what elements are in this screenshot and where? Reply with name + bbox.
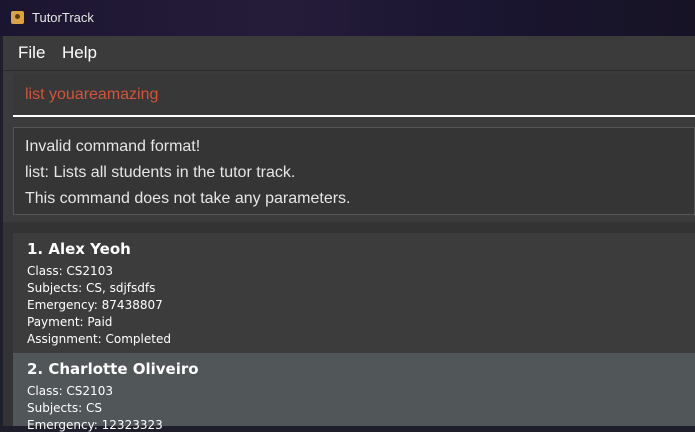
person-emergency: Emergency: 87438807	[27, 298, 163, 312]
person-class: Class: CS2103	[27, 264, 113, 278]
app-icon	[11, 11, 24, 24]
result-line: list: Lists all students in the tutor tr…	[25, 164, 296, 181]
command-input[interactable]	[13, 74, 695, 115]
person-assignment: Assignment: Completed	[27, 332, 171, 346]
person-subjects: Subjects: CS, sdjfsdfs	[27, 281, 156, 295]
person-subjects: Subjects: CS	[27, 401, 102, 415]
person-list[interactable]: 1. Alex Yeoh Class: CS2103 Subjects: CS,…	[3, 222, 695, 432]
menu-help[interactable]: Help	[62, 43, 97, 63]
person-class: Class: CS2103	[27, 384, 113, 398]
main-window: File Help Invalid command format! list: …	[3, 36, 695, 432]
person-name: 2. Charlotte Oliveiro	[27, 360, 199, 378]
title-bar[interactable]: TutorTrack	[0, 0, 695, 36]
person-payment: Payment: Paid	[27, 315, 113, 329]
result-line: Invalid command format!	[25, 138, 201, 155]
person-card[interactable]: 2. Charlotte Oliveiro Class: CS2103 Subj…	[13, 353, 695, 432]
person-card[interactable]: 1. Alex Yeoh Class: CS2103 Subjects: CS,…	[13, 233, 695, 353]
result-display: Invalid command format! list: Lists all …	[13, 127, 695, 215]
menu-file[interactable]: File	[18, 43, 45, 63]
result-line: This command does not take any parameter…	[25, 190, 351, 207]
person-emergency: Emergency: 12323323	[27, 418, 163, 432]
command-box	[13, 74, 695, 117]
window-title: TutorTrack	[32, 10, 94, 25]
person-name: 1. Alex Yeoh	[27, 240, 131, 258]
menu-bar: File Help	[3, 36, 695, 71]
